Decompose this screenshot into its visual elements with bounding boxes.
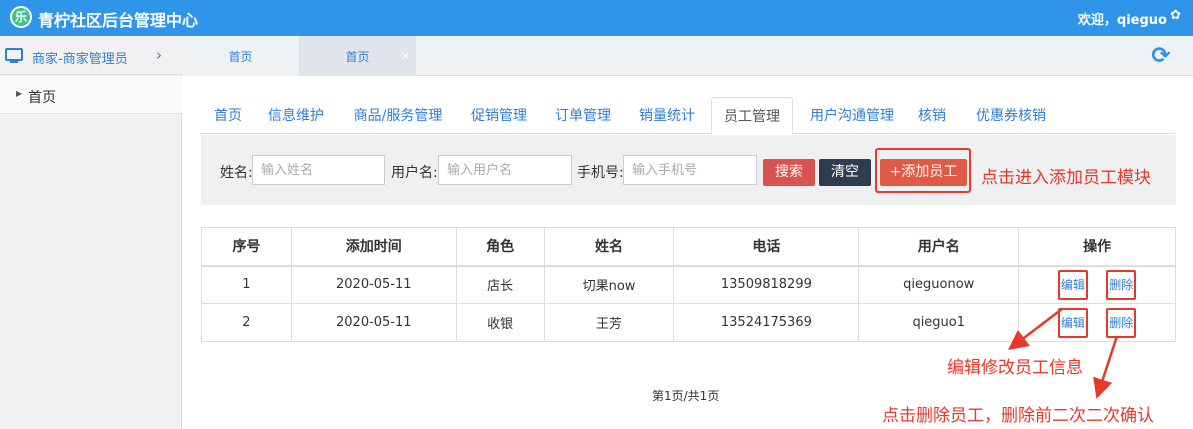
highlight-box <box>875 148 971 193</box>
tab-staff[interactable]: 员工管理 <box>711 97 793 135</box>
cell-username: qieguonow <box>858 265 1020 304</box>
annotation-add: 点击进入添加员工模块 <box>981 168 1151 188</box>
sidebar-header[interactable]: 商家-商家管理员 › <box>0 36 182 75</box>
module-tabs: 首页 信息维护 商品/服务管理 促销管理 订单管理 销量统计 员工管理 用户沟通… <box>200 97 1175 135</box>
tab-sales-stats[interactable]: 销量统计 <box>634 97 700 134</box>
welcome-user[interactable]: 欢迎，qieguo <box>1078 9 1167 28</box>
col-header-phone: 电话 <box>673 227 860 267</box>
col-header-date: 添加时间 <box>290 227 457 267</box>
gear-icon[interactable]: ✿ <box>1170 8 1181 23</box>
cell-no: 2 <box>201 303 292 342</box>
annotation-delete: 点击删除员工，删除前二次二次确认 <box>882 406 1154 426</box>
phone-label: 手机号: <box>577 165 624 181</box>
cell-name: 切果now <box>543 265 675 304</box>
cell-username: qieguo1 <box>858 303 1020 342</box>
arrow-delete <box>1093 335 1119 399</box>
table-row: 2 2020-05-11 收银 王芳 13524175369 qieguo1 编… <box>201 303 1176 342</box>
cell-actions: 编辑 删除 <box>1018 265 1176 304</box>
cell-role: 店长 <box>455 265 545 304</box>
col-header-username: 用户名 <box>858 227 1020 267</box>
col-header-role: 角色 <box>455 227 545 267</box>
phone-input[interactable] <box>623 155 757 185</box>
close-icon[interactable]: ✕ <box>401 50 410 63</box>
tab-home[interactable]: 首页 <box>204 97 252 134</box>
cell-date: 2020-05-11 <box>290 265 457 304</box>
col-header-actions: 操作 <box>1018 227 1176 267</box>
delete-button[interactable]: 删除 <box>1106 269 1137 300</box>
tab-promotion[interactable]: 促销管理 <box>466 97 532 134</box>
tab-info-maintenance[interactable]: 信息维护 <box>263 97 329 134</box>
staff-table: 序号 添加时间 角色 姓名 电话 用户名 操作 1 2020-05-11 店长 … <box>201 227 1176 342</box>
annotation-edit: 编辑修改员工信息 <box>947 358 1083 378</box>
tab-coupon-verification[interactable]: 优惠券核销 <box>970 97 1052 134</box>
pagination-text: 第1页/共1页 <box>652 389 720 403</box>
page-tab-home-2[interactable]: 首页 <box>299 36 416 76</box>
tab-user-communication[interactable]: 用户沟通管理 <box>802 97 902 134</box>
tab-orders[interactable]: 订单管理 <box>550 97 616 134</box>
name-input[interactable] <box>252 155 385 185</box>
cell-date: 2020-05-11 <box>290 303 457 342</box>
cell-role: 收银 <box>455 303 545 342</box>
tab-verification[interactable]: 核销 <box>912 97 952 134</box>
table-row: 1 2020-05-11 店长 切果now 13509818299 qieguo… <box>201 265 1176 304</box>
search-button[interactable]: 搜索 <box>763 159 815 186</box>
clear-button[interactable]: 清空 <box>819 159 871 186</box>
sidebar-item-home[interactable]: ▶ 首页 <box>0 76 182 114</box>
app-title: 青柠社区后台管理中心 <box>38 11 199 30</box>
page-tab-bar: 首页 首页 ✕ ⟳ <box>182 36 1193 76</box>
tab-goods-service[interactable]: 商品/服务管理 <box>348 97 448 134</box>
refresh-icon[interactable]: ⟳ <box>1149 44 1173 68</box>
app-logo-icon: 乐 <box>10 6 32 28</box>
page-tab-home[interactable]: 首页 <box>182 36 299 76</box>
name-label: 姓名: <box>220 165 253 181</box>
caret-right-icon: ▶ <box>16 89 23 98</box>
col-header-no: 序号 <box>201 227 292 267</box>
edit-button[interactable]: 编辑 <box>1057 307 1088 338</box>
sidebar: 商家-商家管理员 › ▶ 首页 <box>0 36 182 429</box>
cell-phone: 13524175369 <box>673 303 860 342</box>
delete-button[interactable]: 删除 <box>1106 307 1137 338</box>
username-label: 用户名: <box>391 165 438 181</box>
chevron-right-icon[interactable]: › <box>156 46 162 64</box>
username-input[interactable] <box>438 155 572 185</box>
table-header-row: 序号 添加时间 角色 姓名 电话 用户名 操作 <box>201 227 1176 267</box>
cell-name: 王芳 <box>543 303 675 342</box>
col-header-name: 姓名 <box>543 227 675 267</box>
top-bar: 乐 青柠社区后台管理中心 欢迎，qieguo ✿ <box>0 0 1193 36</box>
cell-phone: 13509818299 <box>673 265 860 304</box>
monitor-icon <box>5 48 23 63</box>
sidebar-item-label: 首页 <box>28 90 56 106</box>
cell-actions: 编辑 删除 <box>1018 303 1176 342</box>
cell-no: 1 <box>201 265 292 304</box>
edit-button[interactable]: 编辑 <box>1057 269 1088 300</box>
sidebar-header-label: 商家-商家管理员 <box>32 52 128 67</box>
